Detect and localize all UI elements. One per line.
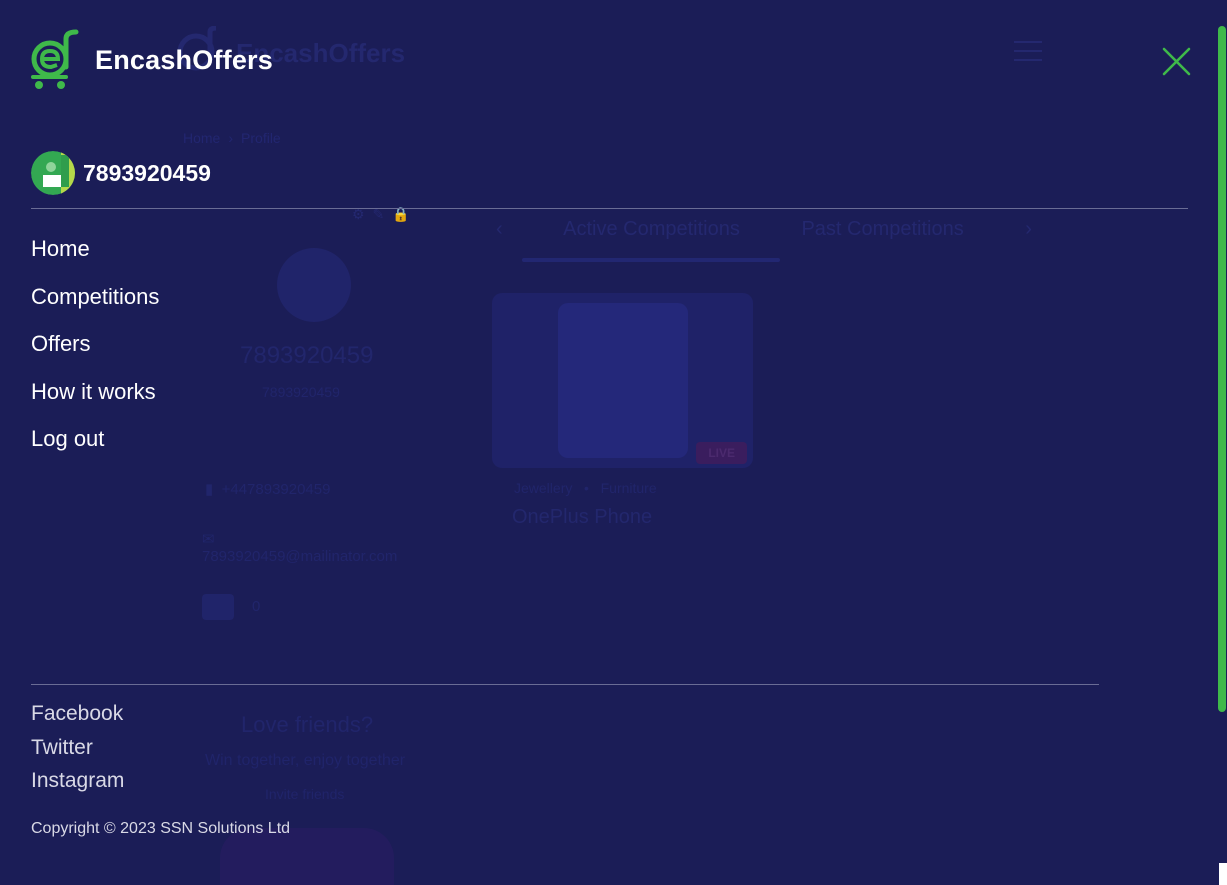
menu-divider-top [31,208,1188,209]
menu-divider-bottom [31,684,1099,685]
nav-item-how-it-works[interactable]: How it works [31,377,159,425]
copyright: Copyright © 2023 SSN Solutions Ltd [31,820,291,837]
user-info[interactable]: 7893920459 [31,151,211,195]
user-avatar-icon [31,151,75,195]
social-links: Facebook Twitter Instagram [31,700,124,801]
nav-item-log-out[interactable]: Log out [31,424,159,472]
user-phone: 7893920459 [83,159,211,186]
brand-name: EncashOffers [95,44,273,75]
nav-item-competitions[interactable]: Competitions [31,282,159,330]
social-link-instagram[interactable]: Instagram [31,767,124,801]
scrollbar[interactable] [1218,26,1226,712]
social-link-facebook[interactable]: Facebook [31,700,124,734]
encash-cart-logo-icon [31,29,79,89]
close-icon[interactable] [1161,46,1192,77]
nav-item-offers[interactable]: Offers [31,329,159,377]
social-link-twitter[interactable]: Twitter [31,734,124,768]
window-corner [1219,863,1227,885]
brand[interactable]: EncashOffers [29,29,273,91]
main-nav: Home Competitions Offers How it works Lo… [31,234,159,472]
overlay-menu: EncashOffers 7893920459 Home Competition… [0,0,1227,885]
nav-item-home[interactable]: Home [31,234,159,282]
